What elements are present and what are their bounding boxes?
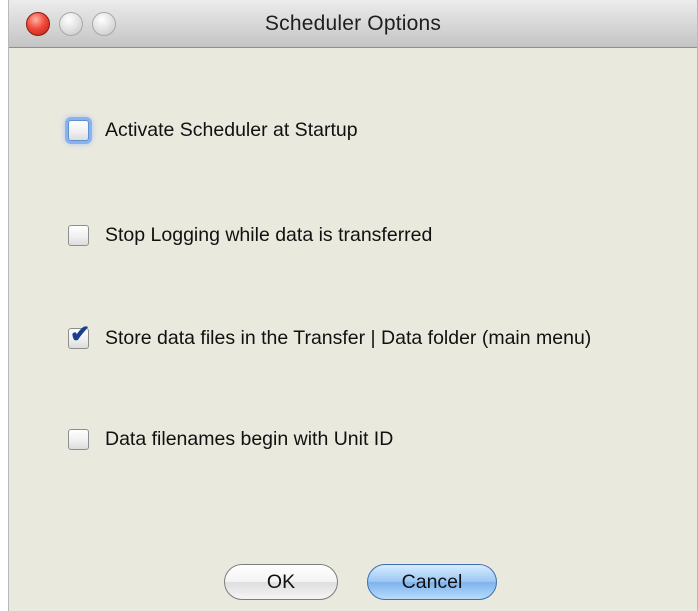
store-data-files-checkbox[interactable]: ✔	[68, 322, 90, 349]
activate-scheduler-checkbox[interactable]	[68, 119, 89, 141]
unit-id-filenames-checkbox[interactable]	[68, 428, 89, 450]
option-activate-scheduler[interactable]: Activate Scheduler at Startup	[68, 116, 358, 144]
activate-scheduler-label: Activate Scheduler at Startup	[105, 118, 358, 141]
unit-id-filenames-label: Data filenames begin with Unit ID	[105, 427, 394, 450]
stop-logging-label: Stop Logging while data is transferred	[105, 223, 433, 246]
option-unit-id-filenames[interactable]: Data filenames begin with Unit ID	[68, 425, 393, 453]
ok-button[interactable]: OK	[224, 564, 338, 600]
title-bar[interactable]: Scheduler Options	[9, 0, 697, 48]
cancel-button[interactable]: Cancel	[367, 564, 497, 600]
window-title: Scheduler Options	[264, 12, 442, 35]
scheduler-options-window: Scheduler Options Activate Scheduler at …	[8, 0, 698, 611]
option-store-data-files[interactable]: ✔ Store data files in the Transfer | Dat…	[68, 322, 592, 352]
option-stop-logging[interactable]: Stop Logging while data is transferred	[68, 221, 432, 249]
dialog-content: Activate Scheduler at Startup Stop Loggi…	[9, 48, 697, 611]
checkmark-icon: ✔	[70, 320, 91, 348]
store-data-files-label: Store data files in the Transfer | Data …	[105, 326, 592, 349]
stop-logging-checkbox[interactable]	[68, 224, 89, 246]
